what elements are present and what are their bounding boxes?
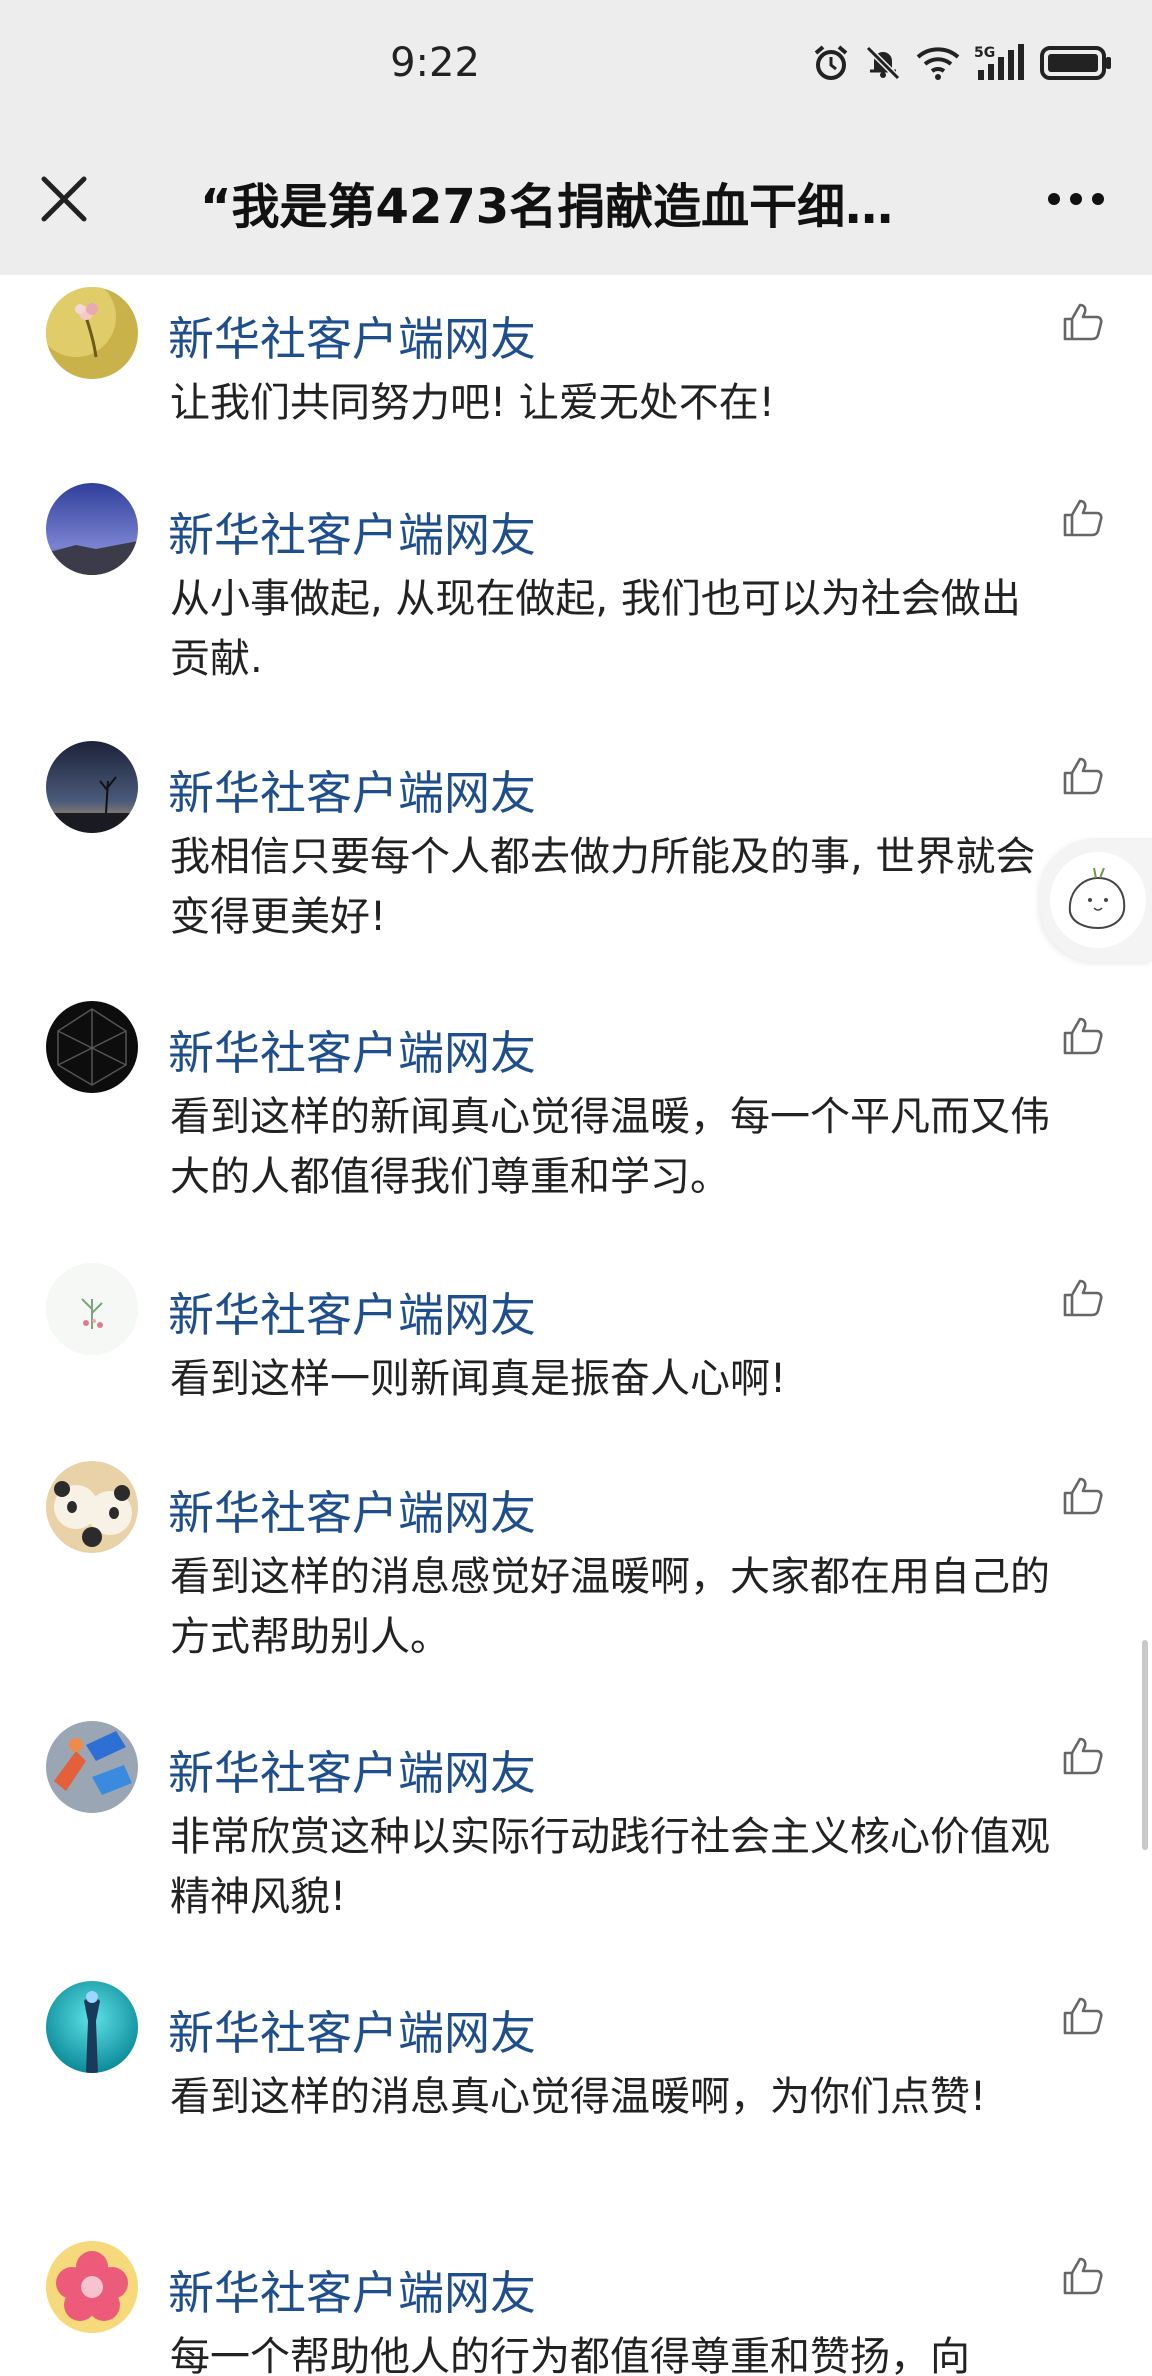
- comment-username[interactable]: 新华社客户端网友: [168, 1737, 536, 1803]
- comment-item: 新华社客户端网友 看到这样一则新闻真是振奋人心啊!: [0, 1251, 1152, 1449]
- mute-icon: [865, 45, 901, 81]
- geo-avatar[interactable]: [46, 1001, 138, 1093]
- close-icon[interactable]: [36, 171, 92, 227]
- 5g-signal-icon: 5G: [974, 44, 1024, 80]
- comment-text: 非常欣赏这种以实际行动践行社会主义核心价值观精神风貌!: [170, 1814, 1050, 1920]
- sky-avatar[interactable]: [46, 483, 138, 575]
- comment-username[interactable]: 新华社客户端网友: [168, 2257, 536, 2323]
- comment-username[interactable]: 新华社客户端网友: [168, 1997, 536, 2063]
- comment-username[interactable]: 新华社客户端网友: [168, 1017, 536, 1083]
- dusk-avatar[interactable]: [46, 741, 138, 833]
- panda-avatar[interactable]: [46, 1461, 138, 1553]
- comment-username[interactable]: 新华社客户端网友: [168, 499, 536, 565]
- flower-avatar[interactable]: [46, 287, 138, 379]
- comment-item: 新华社客户端网友 非常欣赏这种以实际行动践行社会主义核心价值观精神风貌!: [0, 1709, 1152, 1969]
- svg-text:5G: 5G: [974, 45, 995, 61]
- comment-username[interactable]: 新华社客户端网友: [168, 757, 536, 823]
- battery-icon: [1040, 46, 1111, 80]
- page-title: “我是第4273名捐献造血干细…: [200, 179, 894, 235]
- nav-bar: “我是第4273名捐献造血干细…: [0, 135, 1152, 275]
- thumbs-up-icon[interactable]: [1062, 301, 1104, 343]
- thumbs-up-icon[interactable]: [1062, 1475, 1104, 1517]
- comment-item: 新华社客户端网友 每一个帮助他人的行为都值得尊重和赞扬，向: [0, 2229, 1152, 2376]
- scrollbar[interactable]: [1142, 1640, 1148, 1850]
- comment-text: 让我们共同努力吧! 让爱无处不在!: [170, 380, 775, 426]
- comment-text: 看到这样的消息感觉好温暖啊，大家都在用自己的方式帮助别人。: [170, 1554, 1050, 1660]
- paint-avatar[interactable]: [46, 1721, 138, 1813]
- status-time: 9:22: [390, 40, 480, 86]
- comment-username[interactable]: 新华社客户端网友: [168, 303, 536, 369]
- comment-text: 看到这样的新闻真心觉得温暖，每一个平凡而又伟大的人都值得我们尊重和学习。: [170, 1094, 1050, 1200]
- status-bar: 9:22 5G: [0, 0, 1152, 135]
- comment-item: 新华社客户端网友 看到这样的消息真心觉得温暖啊，为你们点赞!: [0, 1969, 1152, 2229]
- comment-username[interactable]: 新华社客户端网友: [168, 1477, 536, 1543]
- thumbs-up-icon[interactable]: [1062, 1995, 1104, 2037]
- wifi-icon: [916, 47, 960, 80]
- statue-avatar[interactable]: [46, 1981, 138, 2073]
- comment-username[interactable]: 新华社客户端网友: [168, 1279, 536, 1345]
- comment-text: 每一个帮助他人的行为都值得尊重和赞扬，向: [170, 2334, 970, 2376]
- thumbs-up-icon[interactable]: [1062, 497, 1104, 539]
- pink-flower-avatar[interactable]: [46, 2241, 138, 2333]
- comment-item: 新华社客户端网友 从小事做起, 从现在做起, 我们也可以为社会做出贡献.: [0, 471, 1152, 729]
- comment-item: 新华社客户端网友 我相信只要每个人都去做力所能及的事, 世界就会变得更美好!: [0, 729, 1152, 989]
- floating-widget-mascot: [1050, 852, 1146, 948]
- more-icon[interactable]: [1048, 185, 1112, 213]
- comment-text: 我相信只要每个人都去做力所能及的事, 世界就会变得更美好!: [170, 834, 1036, 940]
- thumbs-up-icon[interactable]: [1062, 1015, 1104, 1057]
- thumbs-up-icon[interactable]: [1062, 2255, 1104, 2297]
- thumbs-up-icon[interactable]: [1062, 1735, 1104, 1777]
- plant-avatar[interactable]: [46, 1263, 138, 1355]
- thumbs-up-icon[interactable]: [1062, 1277, 1104, 1319]
- comment-item: 新华社客户端网友 看到这样的新闻真心觉得温暖，每一个平凡而又伟大的人都值得我们尊…: [0, 989, 1152, 1251]
- comment-item: 新华社客户端网友 看到这样的消息感觉好温暖啊，大家都在用自己的方式帮助别人。: [0, 1449, 1152, 1709]
- floating-widget[interactable]: [1040, 838, 1152, 962]
- comment-text: 看到这样的消息真心觉得温暖啊，为你们点赞!: [170, 2074, 987, 2120]
- comment-item: 新华社客户端网友 让我们共同努力吧! 让爱无处不在!: [0, 275, 1152, 471]
- alarm-icon: [814, 45, 848, 80]
- comment-text: 从小事做起, 从现在做起, 我们也可以为社会做出贡献.: [170, 576, 1021, 682]
- comment-text: 看到这样一则新闻真是振奋人心啊!: [170, 1356, 787, 1402]
- thumbs-up-icon[interactable]: [1062, 755, 1104, 797]
- status-icons: 5G: [812, 44, 1112, 82]
